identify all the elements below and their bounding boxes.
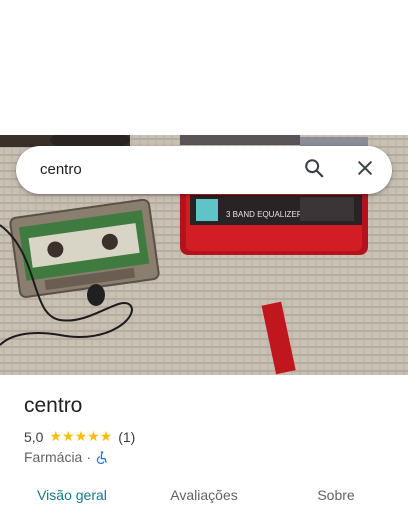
search-bar[interactable]: centro: [16, 146, 392, 194]
review-count[interactable]: (1): [118, 429, 135, 445]
category-row: Farmácia ·: [24, 449, 109, 465]
tab-about[interactable]: Sobre: [317, 487, 354, 503]
tab-reviews[interactable]: Avaliações: [170, 487, 237, 503]
lcd-text: 3 BAND EQUALIZER: [226, 210, 303, 219]
rating-value: 5,0: [24, 428, 44, 445]
star-rating-icons: ★★★★★: [49, 428, 113, 444]
close-icon: [355, 158, 375, 183]
place-tabs: Visão geral Avaliações Sobre: [0, 478, 408, 510]
tab-overview[interactable]: Visão geral: [37, 487, 107, 503]
search-input[interactable]: centro: [40, 161, 82, 178]
blank-area: [0, 0, 408, 135]
search-icon: [303, 157, 325, 184]
clear-search-button[interactable]: [349, 154, 381, 186]
rating-row[interactable]: 5,0 ★★★★★ (1): [24, 428, 135, 445]
search-button[interactable]: [298, 154, 330, 186]
separator-dot: ·: [86, 449, 92, 465]
wheelchair-accessible-icon: [95, 450, 109, 465]
place-title: centro: [24, 394, 83, 417]
place-category: Farmácia: [24, 449, 83, 465]
